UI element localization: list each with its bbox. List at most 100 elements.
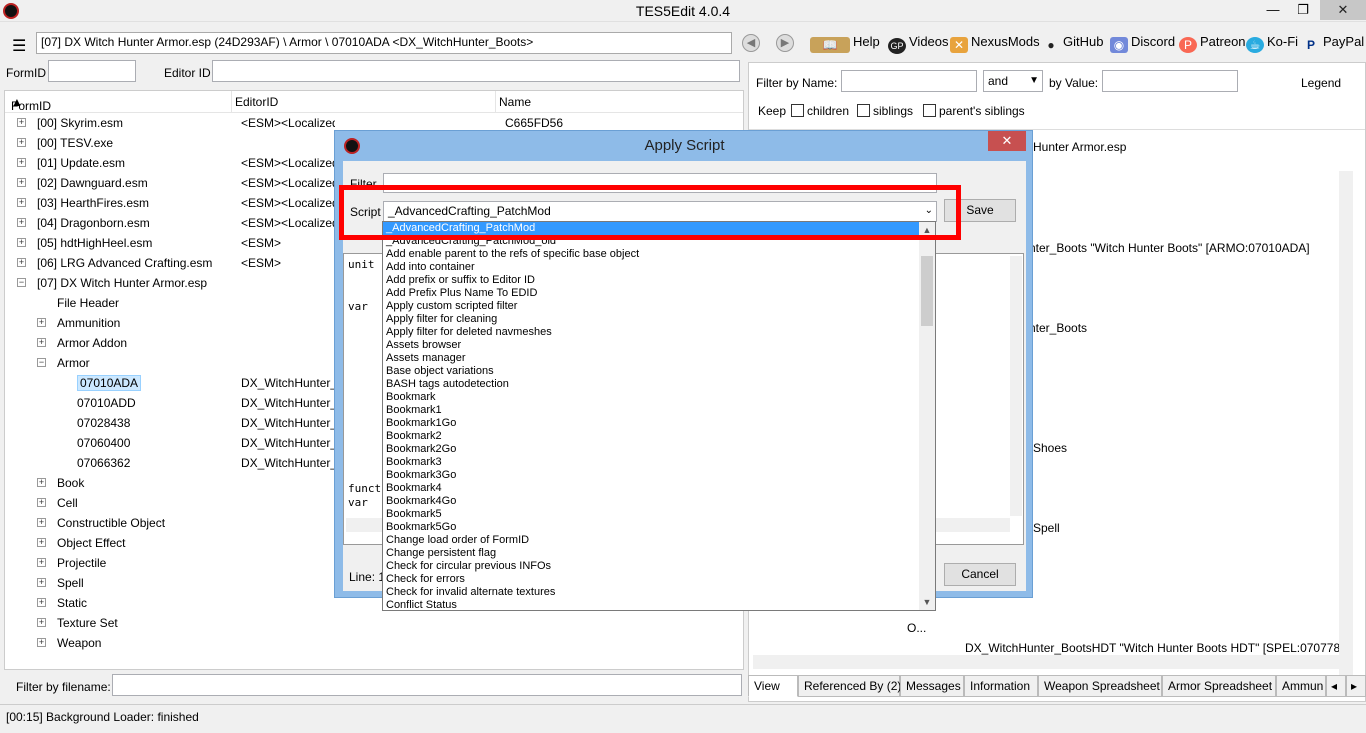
script-option[interactable]: Change persistent flag: [383, 547, 921, 560]
script-option[interactable]: Apply filter for cleaning: [383, 313, 921, 326]
horizontal-scrollbar[interactable]: [753, 655, 1343, 669]
script-option[interactable]: _AdvancedCrafting_PatchMod: [383, 222, 921, 235]
forward-icon[interactable]: ▶: [776, 34, 794, 52]
expand-icon[interactable]: +: [17, 198, 26, 207]
column-editorid[interactable]: EditorID: [235, 95, 278, 109]
expand-icon[interactable]: +: [17, 218, 26, 227]
script-option[interactable]: Apply custom scripted filter: [383, 300, 921, 313]
editor-vertical-scrollbar[interactable]: [1010, 256, 1022, 516]
expand-icon[interactable]: +: [17, 118, 26, 127]
children-checkbox[interactable]: [791, 104, 804, 117]
kofi-link[interactable]: ☕ Ko-Fi: [1246, 34, 1298, 53]
script-option[interactable]: Conflict Status: [383, 599, 921, 610]
script-select[interactable]: _AdvancedCrafting_PatchMod ⌄: [383, 201, 937, 222]
script-option[interactable]: Apply filter for deleted navmeshes: [383, 326, 921, 339]
script-option[interactable]: Bookmark: [383, 391, 921, 404]
expand-icon[interactable]: +: [37, 618, 46, 627]
patreon-link[interactable]: P Patreon: [1179, 34, 1246, 53]
paypal-link[interactable]: P PayPal: [1302, 34, 1364, 53]
script-option[interactable]: _AdvancedCrafting_PatchMod_old: [383, 235, 921, 248]
filter-filename-input[interactable]: [112, 674, 742, 696]
script-option[interactable]: Change load order of FormID: [383, 534, 921, 547]
script-option[interactable]: Bookmark2: [383, 430, 921, 443]
script-option[interactable]: Assets manager: [383, 352, 921, 365]
discord-link[interactable]: ◉ Discord: [1110, 34, 1175, 53]
tab-scroll-right-icon[interactable]: ▸: [1346, 675, 1366, 697]
tree-row[interactable]: + Weapon: [5, 633, 743, 653]
collapse-icon[interactable]: −: [37, 358, 46, 367]
expand-icon[interactable]: +: [37, 318, 46, 327]
scroll-down-icon[interactable]: ▼: [919, 594, 935, 610]
expand-icon[interactable]: +: [37, 338, 46, 347]
script-option[interactable]: BASH tags autodetection: [383, 378, 921, 391]
script-option[interactable]: Check for errors: [383, 573, 921, 586]
expand-icon[interactable]: +: [37, 558, 46, 567]
tab-view[interactable]: View: [748, 675, 798, 697]
tab-weapon-spreadsheet[interactable]: Weapon Spreadsheet: [1038, 675, 1162, 697]
script-option[interactable]: Bookmark4Go: [383, 495, 921, 508]
script-option[interactable]: Add into container: [383, 261, 921, 274]
script-option[interactable]: Base object variations: [383, 365, 921, 378]
videos-link[interactable]: GP Videos: [888, 34, 949, 54]
filter-name-input[interactable]: [841, 70, 977, 92]
vertical-scrollbar[interactable]: [1339, 171, 1353, 691]
expand-icon[interactable]: +: [37, 538, 46, 547]
tree-row[interactable]: + Texture Set: [5, 613, 743, 633]
script-filter-input[interactable]: [383, 173, 937, 193]
cancel-button[interactable]: Cancel: [944, 563, 1016, 586]
expand-icon[interactable]: +: [17, 178, 26, 187]
column-name[interactable]: Name: [499, 95, 531, 109]
collapse-icon[interactable]: −: [17, 278, 26, 287]
record-path-field[interactable]: [07] DX Witch Hunter Armor.esp (24D293AF…: [36, 32, 732, 54]
close-button[interactable]: ✕: [1320, 0, 1366, 20]
dialog-close-button[interactable]: ✕: [988, 131, 1026, 151]
tab-messages[interactable]: Messages: [900, 675, 964, 697]
tab-armor-spreadsheet[interactable]: Armor Spreadsheet: [1162, 675, 1276, 697]
tab-referenced-by[interactable]: Referenced By (2): [798, 675, 901, 697]
and-or-select[interactable]: and ▼: [983, 70, 1043, 92]
script-option[interactable]: Bookmark5: [383, 508, 921, 521]
expand-icon[interactable]: +: [17, 238, 26, 247]
minimize-button[interactable]: —: [1258, 0, 1288, 20]
menu-icon[interactable]: ☰: [12, 36, 26, 56]
expand-icon[interactable]: +: [17, 138, 26, 147]
nexusmods-link[interactable]: ✕ NexusMods: [950, 34, 1040, 53]
expand-icon[interactable]: +: [37, 578, 46, 587]
legend-link[interactable]: Legend: [1301, 76, 1341, 90]
script-option[interactable]: Add prefix or suffix to Editor ID: [383, 274, 921, 287]
filter-value-input[interactable]: [1102, 70, 1238, 92]
script-option[interactable]: Bookmark4: [383, 482, 921, 495]
script-option[interactable]: Bookmark5Go: [383, 521, 921, 534]
formid-input[interactable]: [48, 60, 136, 82]
script-option[interactable]: Add Prefix Plus Name To EDID: [383, 287, 921, 300]
expand-icon[interactable]: +: [17, 258, 26, 267]
column-formid[interactable]: FormID ▲: [11, 95, 51, 113]
scroll-up-icon[interactable]: ▲: [919, 222, 935, 238]
tab-scroll-left-icon[interactable]: ◂: [1326, 675, 1346, 697]
scroll-thumb[interactable]: [921, 256, 933, 326]
script-option[interactable]: Check for invalid alternate textures: [383, 586, 921, 599]
expand-icon[interactable]: +: [37, 598, 46, 607]
script-option[interactable]: Check for circular previous INFOs: [383, 560, 921, 573]
expand-icon[interactable]: +: [37, 478, 46, 487]
script-option[interactable]: Bookmark1: [383, 404, 921, 417]
expand-icon[interactable]: +: [17, 158, 26, 167]
script-option[interactable]: Assets browser: [383, 339, 921, 352]
script-option[interactable]: Bookmark2Go: [383, 443, 921, 456]
expand-icon[interactable]: +: [37, 638, 46, 647]
parents-siblings-checkbox[interactable]: [923, 104, 936, 117]
dropdown-scrollbar[interactable]: ▲ ▼: [919, 222, 935, 610]
expand-icon[interactable]: +: [37, 518, 46, 527]
script-dropdown-list[interactable]: _AdvancedCrafting_PatchMod _AdvancedCraft…: [382, 221, 936, 611]
maximize-button[interactable]: ❐: [1288, 0, 1318, 20]
help-link[interactable]: 📖 Help: [810, 34, 880, 53]
back-icon[interactable]: ◀: [742, 34, 760, 52]
script-option[interactable]: Add enable parent to the refs of specifi…: [383, 248, 921, 261]
script-option[interactable]: Bookmark3Go: [383, 469, 921, 482]
github-link[interactable]: ● GitHub: [1042, 34, 1103, 53]
tab-information[interactable]: Information: [964, 675, 1038, 697]
save-button[interactable]: Save: [944, 199, 1016, 222]
script-option[interactable]: Bookmark1Go: [383, 417, 921, 430]
siblings-checkbox[interactable]: [857, 104, 870, 117]
editorid-input[interactable]: [212, 60, 740, 82]
